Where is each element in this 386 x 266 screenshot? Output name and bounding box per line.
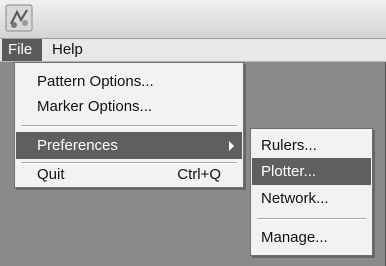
- preferences-submenu: Rulers... Plotter... Network... Manage..…: [250, 128, 373, 256]
- menu-item-plotter[interactable]: Plotter...: [252, 158, 371, 185]
- menu-item-rulers[interactable]: Rulers...: [252, 132, 371, 159]
- file-menu: Pattern Options... Marker Options... Pre…: [14, 62, 244, 188]
- title-bar[interactable]: [0, 0, 386, 39]
- menu-item-label: Quit: [37, 166, 65, 183]
- menu-item-preferences[interactable]: Preferences: [16, 132, 242, 159]
- menu-bar: File Help: [0, 39, 386, 62]
- menu-item-manage[interactable]: Manage...: [252, 224, 371, 251]
- menu-item-marker-options[interactable]: Marker Options...: [16, 93, 242, 120]
- app-logo-icon[interactable]: [5, 4, 33, 32]
- menu-separator: [257, 218, 366, 220]
- submenu-arrow-icon: [229, 141, 234, 151]
- menu-item-network[interactable]: Network...: [252, 185, 371, 212]
- menu-item-label: Rulers...: [261, 137, 317, 154]
- menu-item-shortcut: Ctrl+Q: [177, 166, 221, 183]
- menu-item-pattern-options[interactable]: Pattern Options...: [16, 68, 242, 95]
- menu-item-label: Marker Options...: [37, 98, 153, 115]
- menu-item-label: Plotter...: [261, 163, 317, 180]
- menu-item-label: Pattern Options...: [37, 73, 154, 90]
- menu-file[interactable]: File: [2, 39, 42, 61]
- menu-item-label: Manage...: [261, 229, 328, 246]
- menu-help[interactable]: Help: [46, 39, 90, 61]
- menu-item-label: Network...: [261, 190, 329, 207]
- menu-item-label: Preferences: [37, 137, 118, 154]
- menu-separator: [21, 125, 237, 127]
- app-window: File Help Pattern Options... Marker Opti…: [0, 0, 386, 266]
- menu-item-quit[interactable]: Quit Ctrl+Q: [16, 161, 242, 188]
